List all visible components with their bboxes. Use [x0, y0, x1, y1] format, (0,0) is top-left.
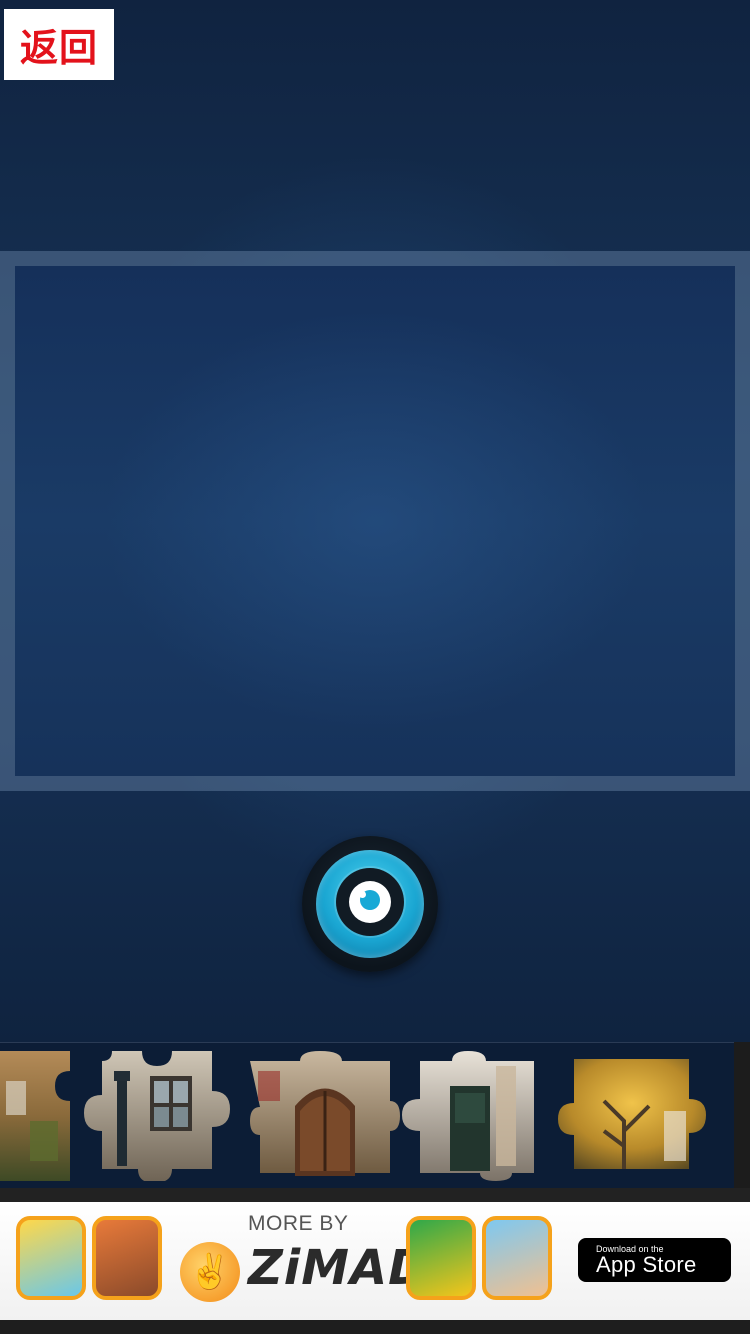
ad-banner[interactable]: ✌ MORE BY ZiMAD Download on the App Stor…	[0, 1202, 750, 1320]
piece-tray[interactable]	[0, 1042, 734, 1189]
game-tile-1	[16, 1216, 86, 1300]
tray-scrollbar[interactable]	[734, 1042, 750, 1188]
puzzle-piece-4[interactable]	[400, 1051, 540, 1181]
puzzle-piece-3[interactable]	[250, 1051, 400, 1181]
puzzle-piece-5[interactable]	[544, 1051, 708, 1181]
puzzle-board[interactable]	[15, 266, 735, 776]
game-tile-2	[92, 1216, 162, 1300]
game-tile-4	[482, 1216, 552, 1300]
eye-icon-glint	[359, 891, 366, 898]
peace-hand-icon: ✌	[180, 1242, 240, 1302]
back-button[interactable]: 返回	[4, 9, 114, 80]
app-store-badge[interactable]: Download on the App Store	[578, 1238, 731, 1282]
puzzle-piece-1[interactable]	[0, 1051, 80, 1181]
puzzle-piece-2[interactable]	[82, 1051, 244, 1181]
appstore-big-text: App Store	[596, 1252, 697, 1277]
zimad-logo: ZiMAD	[248, 1240, 430, 1296]
bottom-strip	[0, 1320, 750, 1334]
preview-eye-button[interactable]	[302, 836, 438, 972]
more-by-label: MORE BY	[248, 1212, 349, 1235]
game-tile-3	[406, 1216, 476, 1300]
separator	[0, 1188, 750, 1202]
